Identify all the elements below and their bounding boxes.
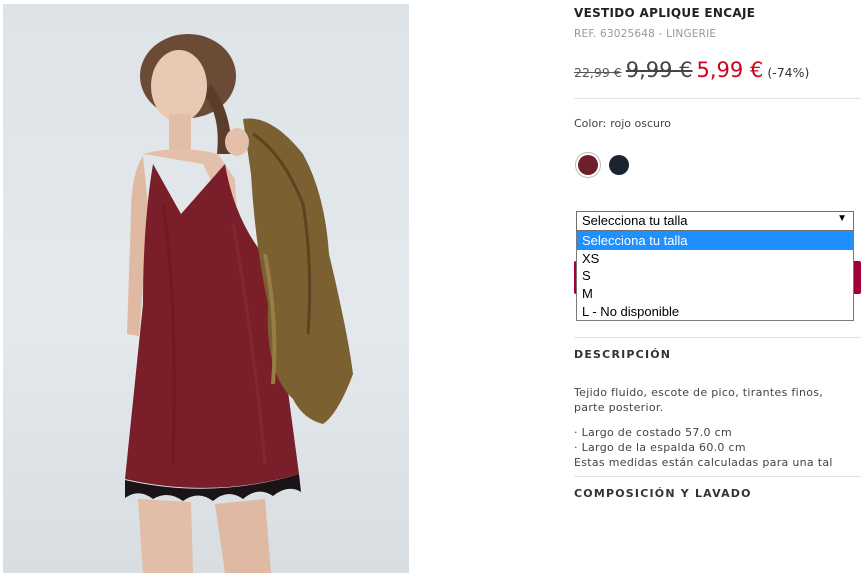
size-option-m[interactable]: M [577,285,853,303]
dropdown-arrow-icon: ▼ [837,213,847,224]
description-heading[interactable]: DESCRIPCIÓN [574,348,671,361]
size-select[interactable]: Selecciona tu talla ▼ [576,211,854,231]
color-swatch-rojo-oscuro[interactable] [578,155,598,175]
size-option-placeholder[interactable]: Selecciona tu talla [577,232,853,250]
measure-back-length: · Largo de la espalda 60.0 cm [574,441,746,454]
product-photo-illustration [125,34,353,573]
description-text-1: Tejido fluido, escote de pico, tirantes … [574,386,824,399]
color-swatch-marino[interactable] [609,155,629,175]
color-label: Color: rojo oscuro [574,117,671,130]
measure-side-length: · Largo de costado 57.0 cm [574,426,732,439]
size-option-s[interactable]: S [577,267,853,285]
product-info-panel: VESTIDO APLIQUE ENCAJE REF. 63025648 - L… [574,0,861,573]
size-dropdown-list: Selecciona tu talla XS S M L - No dispon… [576,231,854,321]
measure-note: Estas medidas están calculadas para una … [574,456,833,469]
divider [574,98,861,99]
product-title: VESTIDO APLIQUE ENCAJE [574,6,756,20]
color-label-text: Color: [574,117,607,130]
original-price: 22,99 € [574,65,622,80]
discount-badge: (-74%) [767,65,810,80]
divider [574,337,861,338]
size-option-xs[interactable]: XS [577,250,853,268]
price-block: 22,99 €9,99 €5,99 € (-74%) [574,58,809,92]
composition-heading[interactable]: COMPOSICIÓN Y LAVADO [574,487,752,500]
size-select-value: Selecciona tu talla [582,213,688,228]
description-text-2: parte posterior. [574,401,664,414]
divider [574,476,861,477]
product-reference: REF. 63025648 - LINGERIE [574,28,717,40]
color-value: rojo oscuro [610,117,672,130]
size-option-l[interactable]: L - No disponible [577,303,853,321]
sale-price: 5,99 € [696,58,764,82]
product-image [3,4,409,573]
previous-price: 9,99 € [625,58,693,82]
